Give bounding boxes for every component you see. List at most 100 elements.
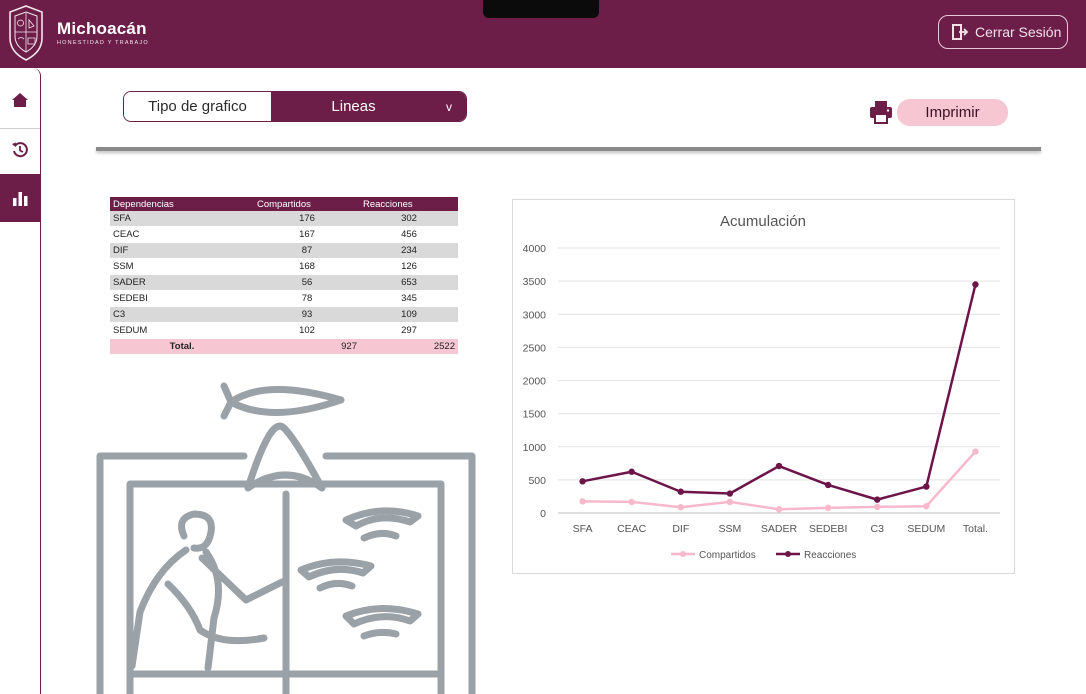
column-header: Reacciones xyxy=(360,197,458,211)
chart-type-dropdown[interactable]: Lineas v xyxy=(271,92,466,121)
legend-marker xyxy=(680,551,686,557)
column-header: Compartidos xyxy=(254,197,360,211)
data-point xyxy=(775,506,783,513)
line-chart-panel: Acumulación 0 500 1000 1500 2000 2500 3000 3500… xyxy=(512,199,1015,574)
table-row: SEDEBI 78 345 xyxy=(110,290,458,307)
sidebar-item-home[interactable] xyxy=(0,76,40,124)
data-point xyxy=(628,498,635,506)
table-cell: 456 xyxy=(360,226,458,243)
table-cell: 234 xyxy=(360,242,458,259)
data-point xyxy=(677,504,684,511)
decorative-illustration xyxy=(96,382,476,694)
legend-label: Compartidos xyxy=(699,550,756,561)
x-tick-label: CEAC xyxy=(617,523,647,535)
legend-marker xyxy=(785,551,791,557)
table-row: DIF 87 234 xyxy=(110,242,458,259)
data-point xyxy=(824,481,832,489)
data-point xyxy=(824,504,832,512)
data-table: Dependencias Compartidos Reacciones SFA … xyxy=(110,197,458,355)
chart-type-selector: Tipo de grafico Lineas v xyxy=(123,91,467,122)
data-point xyxy=(579,498,586,505)
table-cell: SSM xyxy=(110,258,254,275)
y-tick-label: 2000 xyxy=(523,376,547,388)
table-cell: 167 xyxy=(254,226,360,243)
table-row: CEAC 167 456 xyxy=(110,226,458,243)
bar-chart-icon xyxy=(13,192,28,206)
data-point xyxy=(923,483,930,490)
y-tick-label: 2500 xyxy=(523,342,547,354)
x-tick-label: DIF xyxy=(672,523,689,535)
table-cell: 168 xyxy=(254,258,360,275)
table-row: SEDUM 102 297 xyxy=(110,322,458,339)
x-tick-label: SSM xyxy=(719,523,742,535)
top-bar: Michoacán HONESTIDAD Y TRABAJO Cerrar Se… xyxy=(0,0,1086,68)
table-cell: SEDEBI xyxy=(110,290,254,307)
data-point xyxy=(628,468,635,475)
data-point xyxy=(874,503,881,511)
data-point xyxy=(579,478,586,485)
table-cell: 102 xyxy=(254,322,360,339)
total-label: Total. xyxy=(110,338,254,355)
table-row: SFA 176 302 xyxy=(110,211,458,227)
fish-icon xyxy=(220,382,345,420)
state-crest-icon xyxy=(9,5,43,61)
history-icon xyxy=(12,142,28,158)
data-point xyxy=(775,462,783,470)
logout-button[interactable]: Cerrar Sesión xyxy=(938,15,1068,49)
legend-label: Reacciones xyxy=(804,550,856,561)
table-cell: 297 xyxy=(360,322,458,339)
data-point xyxy=(972,281,979,288)
brand-subtitle: HONESTIDAD Y TRABAJO xyxy=(57,40,149,46)
table-row: SSM 168 126 xyxy=(110,258,458,275)
table-cell: CEAC xyxy=(110,226,254,243)
table-total-row: Total. 927 2522 xyxy=(110,338,458,355)
print-button[interactable]: Imprimir xyxy=(897,99,1008,126)
chart-type-value: Lineas xyxy=(331,98,376,115)
y-tick-label: 3500 xyxy=(523,276,547,288)
total-reacciones: 2522 xyxy=(360,338,458,355)
chart-type-label: Tipo de grafico xyxy=(124,92,271,121)
y-tick-label: 1000 xyxy=(523,442,547,454)
brand-title: Michoacán xyxy=(57,19,147,38)
x-tick-label: C3 xyxy=(871,523,885,535)
data-point xyxy=(874,496,881,503)
table-cell: 87 xyxy=(254,242,360,259)
brand: Michoacán HONESTIDAD Y TRABAJO xyxy=(57,19,149,46)
table-cell: 78 xyxy=(254,290,360,307)
chevron-down-icon: v xyxy=(446,100,452,114)
x-tick-label: SEDEBI xyxy=(809,523,848,535)
table-cell: 126 xyxy=(360,258,458,275)
data-point xyxy=(972,448,979,455)
section-divider xyxy=(96,147,1041,151)
logout-label: Cerrar Sesión xyxy=(975,24,1062,40)
y-tick-label: 4000 xyxy=(523,243,547,255)
table-row: SADER 56 653 xyxy=(110,274,458,291)
y-tick-label: 0 xyxy=(540,508,546,520)
sidebar-item-history[interactable] xyxy=(0,126,40,174)
table-cell: C3 xyxy=(110,306,254,323)
data-point xyxy=(726,498,734,506)
table-cell: DIF xyxy=(110,242,254,259)
x-tick-label: SFA xyxy=(573,523,593,535)
home-icon xyxy=(12,93,28,107)
data-point xyxy=(726,490,734,497)
camera-notch xyxy=(483,0,599,18)
sidebar xyxy=(0,68,41,694)
table-header-row: Dependencias Compartidos Reacciones xyxy=(110,197,458,211)
table-cell: 93 xyxy=(254,306,360,323)
table-cell: SFA xyxy=(110,211,254,227)
mountain-shape xyxy=(244,422,326,492)
column-header: Dependencias xyxy=(110,197,254,211)
table-cell: SEDUM xyxy=(110,322,254,339)
printer-icon[interactable] xyxy=(868,99,894,125)
y-tick-label: 500 xyxy=(528,475,546,487)
data-point xyxy=(923,503,930,510)
table-cell: 653 xyxy=(360,274,458,291)
sidebar-item-charts[interactable] xyxy=(0,174,40,222)
table-cell: 176 xyxy=(254,211,360,227)
data-point xyxy=(677,488,684,495)
line-chart: Acumulación 0 500 1000 1500 2000 2500 3000 3500… xyxy=(523,213,1000,561)
x-tick-label: SEDUM xyxy=(907,523,945,535)
logout-door-icon xyxy=(952,24,969,40)
table-cell: 56 xyxy=(254,274,360,291)
